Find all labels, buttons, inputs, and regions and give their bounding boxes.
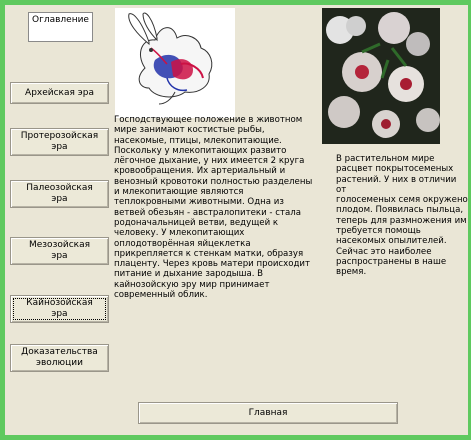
contents-label: Оглавление: [28, 12, 93, 42]
nav-proterozoic-button[interactable]: Протерозойская эра: [10, 128, 109, 156]
plants-description-text: В растительном мире расцвет покрытосемен…: [336, 154, 468, 278]
nav-evolution-evidence-button[interactable]: Доказательства эволюции: [10, 344, 109, 372]
nav-cenozoic-button[interactable]: Кайнозойская эра: [10, 295, 109, 323]
nav-archean-button[interactable]: Архейская эра: [10, 82, 109, 104]
main-description-text: Господствующее положение в животном мире…: [114, 115, 313, 301]
nav-mesozoic-button[interactable]: Мезозойская эра: [10, 237, 109, 265]
rabbit-circulation-diagram: [115, 8, 235, 118]
nav-paleozoic-button[interactable]: Палеозойская эра: [10, 180, 109, 208]
flower-photo: [322, 8, 440, 144]
home-button[interactable]: Главная: [138, 402, 398, 424]
